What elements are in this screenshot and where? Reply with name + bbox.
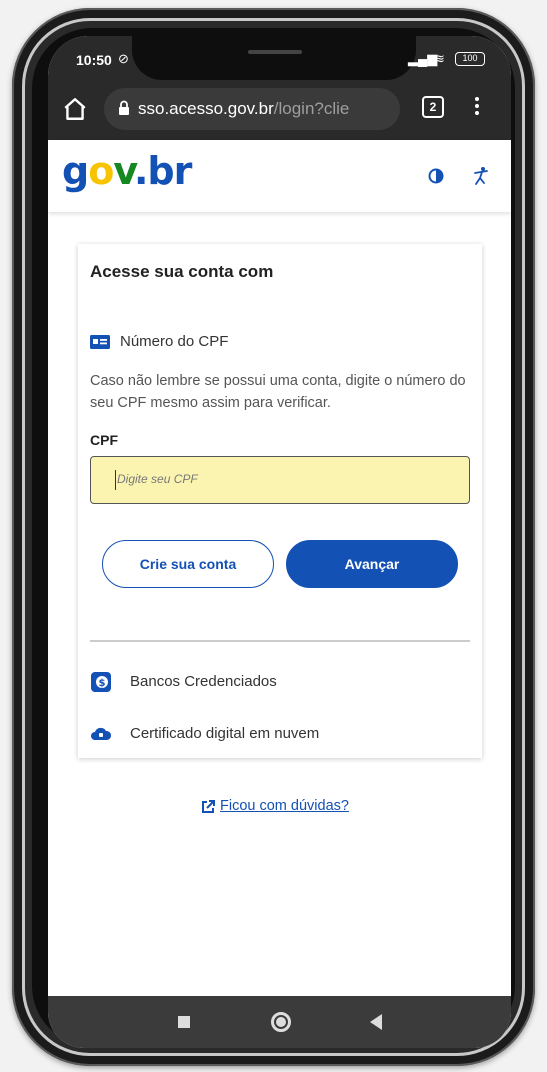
accessibility-icon[interactable] bbox=[472, 166, 490, 186]
back-button[interactable] bbox=[370, 1014, 382, 1030]
bank-icon: $ bbox=[91, 672, 111, 692]
camera-notch bbox=[132, 36, 416, 80]
card-title: Acesse sua conta com bbox=[90, 262, 274, 281]
help-link-text: Ficou com dúvidas? bbox=[220, 798, 349, 814]
login-card: Acesse sua conta com Número do CPF Caso … bbox=[78, 244, 482, 758]
svg-text:$: $ bbox=[99, 678, 106, 689]
cpf-input[interactable]: Digite seu CPF bbox=[90, 456, 470, 504]
text-caret bbox=[115, 470, 116, 490]
alarm-off-icon: ⊘ bbox=[118, 51, 129, 66]
cpf-input-placeholder: Digite seu CPF bbox=[117, 472, 198, 486]
advance-button[interactable]: Avançar bbox=[286, 540, 458, 588]
phone-screen: 10:50 ⊘ ▂▄▆ ≋ 100 sso.acesso.gov.br/logi… bbox=[48, 36, 511, 1048]
battery-icon: 100 bbox=[455, 52, 485, 66]
android-nav-bar bbox=[48, 996, 511, 1048]
tab-switcher-button[interactable]: 2 bbox=[422, 96, 444, 118]
home-button[interactable] bbox=[271, 1012, 291, 1032]
url-text: sso.acesso.gov.br/login?clie bbox=[138, 99, 394, 119]
home-icon[interactable] bbox=[62, 96, 88, 122]
status-time: 10:50 bbox=[76, 52, 112, 68]
divider bbox=[90, 640, 470, 642]
create-account-button[interactable]: Crie sua conta bbox=[102, 540, 274, 588]
browser-chrome: 10:50 ⊘ ▂▄▆ ≋ 100 sso.acesso.gov.br/logi… bbox=[48, 36, 511, 140]
help-link[interactable]: Ficou com dúvidas? bbox=[200, 798, 349, 814]
lock-icon bbox=[119, 100, 129, 115]
url-host: sso.acesso.gov.br bbox=[138, 99, 274, 118]
wifi-icon: ≋ bbox=[434, 51, 445, 66]
kebab-menu-icon[interactable] bbox=[472, 94, 482, 122]
cpf-field-label: CPF bbox=[90, 432, 118, 448]
signal-icon: ▂▄▆ bbox=[408, 51, 438, 66]
external-link-icon bbox=[202, 800, 215, 813]
recents-button[interactable] bbox=[178, 1016, 190, 1028]
site-header: gov.br bbox=[48, 140, 511, 212]
govbr-logo[interactable]: gov.br bbox=[62, 148, 192, 194]
contrast-icon[interactable] bbox=[428, 168, 444, 184]
address-bar[interactable]: sso.acesso.gov.br/login?clie bbox=[104, 88, 400, 130]
login-option-label: Certificado digital em nuvem bbox=[130, 725, 320, 742]
login-option-label: Bancos Credenciados bbox=[130, 673, 277, 690]
id-card-icon bbox=[90, 335, 110, 349]
cpf-option-label: Número do CPF bbox=[120, 333, 229, 350]
cpf-help-text: Caso não lembre se possui uma conta, dig… bbox=[90, 373, 466, 411]
url-path: /login?clie bbox=[273, 99, 350, 118]
cloud-icon bbox=[91, 727, 112, 740]
address-bar-row: sso.acesso.gov.br/login?clie 2 bbox=[48, 84, 511, 140]
